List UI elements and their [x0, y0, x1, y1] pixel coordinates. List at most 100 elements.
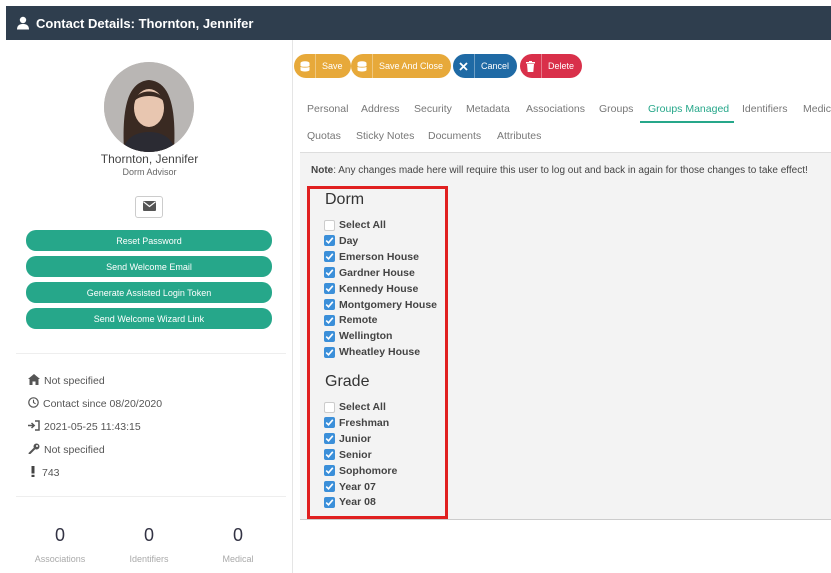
tab-groups[interactable]: Groups [599, 103, 633, 115]
tab-attributes[interactable]: Attributes [497, 130, 541, 142]
save-and-close-label: Save And Close [379, 61, 444, 71]
info-key: Not specified [28, 443, 105, 457]
checkbox-label: Sophomore [339, 464, 398, 477]
checkbox-label: Senior [339, 448, 372, 461]
identifiers-label: Identifiers [129, 554, 169, 564]
tab-sticky-notes[interactable]: Sticky Notes [356, 130, 414, 142]
save-button[interactable]: Save [294, 54, 351, 78]
send-welcome-wizard-button[interactable]: Send Welcome Wizard Link [26, 308, 272, 329]
delete-label: Delete [548, 61, 575, 71]
checkbox-label: Year 07 [339, 480, 376, 493]
contact-since-value: Contact since 08/20/2020 [43, 398, 163, 410]
grade-option[interactable]: Sophomore [324, 465, 397, 477]
checkbox[interactable] [324, 299, 335, 310]
checkbox[interactable] [324, 235, 335, 247]
reset-password-button[interactable]: Reset Password [26, 230, 272, 251]
associations-count: 0 [54, 525, 65, 545]
contact-role: Dorm Advisor [122, 167, 177, 177]
checkbox[interactable] [324, 481, 335, 492]
dorm-option[interactable]: Remote [324, 314, 378, 326]
dorm-option[interactable]: Wellington [324, 330, 392, 342]
grade-option[interactable]: Junior [324, 433, 371, 445]
envelope-icon [142, 198, 156, 216]
dorm-option[interactable]: Kennedy House [324, 283, 418, 295]
tab-groups-managed[interactable]: Groups Managed [648, 103, 729, 115]
info-contact-since: Contact since 08/20/2020 [28, 397, 162, 411]
checkbox[interactable] [324, 283, 335, 295]
cancel-button[interactable]: Cancel [453, 54, 518, 78]
grade-option[interactable]: Select All [324, 401, 386, 413]
last-login-value: 2021-05-25 11:43:15 [44, 421, 141, 433]
dorm-group-title: Dorm [325, 191, 365, 208]
checkbox-label: Kennedy House [339, 282, 419, 295]
checkbox-label: Emerson House [339, 250, 419, 263]
grade-option[interactable]: Freshman [324, 417, 389, 429]
checkbox[interactable] [324, 433, 335, 445]
dorm-option[interactable]: Day [324, 235, 358, 247]
checkbox[interactable] [324, 401, 335, 413]
user-icon [16, 16, 30, 30]
key-value: Not specified [44, 444, 105, 456]
info-last-login: 2021-05-25 11:43:15 [28, 420, 141, 434]
checkbox[interactable] [324, 267, 335, 279]
contact-sidebar: Thornton, Jennifer Dorm Advisor Reset Pa… [6, 40, 293, 573]
medical-count: 0 [232, 525, 243, 545]
dorm-option[interactable]: Gardner House [324, 267, 415, 279]
note-message: Note: Any changes made here will require… [311, 165, 808, 176]
tab-address[interactable]: Address [361, 103, 400, 115]
tab-quotas[interactable]: Quotas [307, 130, 341, 142]
home-value: Not specified [44, 375, 105, 387]
contact-name: Thornton, Jennifer [100, 152, 199, 166]
checkbox-label: Select All [339, 219, 386, 231]
grade-option[interactable]: Year 07 [324, 481, 376, 493]
checkbox-label: Remote [339, 314, 378, 327]
tab-metadata[interactable]: Metadata [466, 103, 510, 115]
tab-identifiers[interactable]: Identifiers [742, 103, 788, 115]
checkbox-label: Select All [339, 401, 386, 413]
checkbox[interactable] [324, 219, 335, 231]
email-button[interactable] [135, 196, 163, 218]
avatar [104, 62, 194, 152]
groups-managed-panel: Note: Any changes made here will require… [300, 152, 831, 520]
tab-associations[interactable]: Associations [526, 103, 585, 115]
tab-security[interactable]: Security [414, 103, 452, 115]
clock-icon [28, 397, 43, 411]
checkbox[interactable] [324, 251, 335, 263]
checkbox-label: Day [339, 234, 359, 247]
checkbox-label: Montgomery House [339, 298, 438, 311]
medical-label: Medical [222, 554, 254, 564]
checkbox[interactable] [324, 346, 335, 358]
grade-option[interactable]: Year 08 [324, 496, 376, 508]
checkbox-label: Year 08 [339, 496, 376, 509]
checkbox-label: Junior [339, 432, 372, 445]
checkbox[interactable] [324, 330, 335, 342]
checkbox[interactable] [324, 465, 335, 477]
checkbox[interactable] [324, 496, 335, 508]
send-welcome-email-button[interactable]: Send Welcome Email [26, 256, 272, 277]
generate-login-token-button[interactable]: Generate Assisted Login Token [26, 282, 272, 303]
database-icon [294, 54, 316, 78]
save-and-close-button[interactable]: Save And Close [351, 54, 452, 78]
info-home: Not specified [28, 374, 105, 388]
tab-medical[interactable]: Medic [803, 103, 831, 115]
associations-label: Associations [34, 554, 86, 564]
database-icon [351, 54, 373, 78]
checkbox[interactable] [324, 314, 335, 326]
note-text: : Any changes made here will require thi… [333, 165, 808, 176]
tab-documents[interactable]: Documents [428, 130, 481, 142]
dorm-option[interactable]: Wheatley House [324, 346, 420, 358]
tab-personal[interactable]: Personal [307, 103, 348, 115]
dorm-option[interactable]: Montgomery House [324, 299, 437, 311]
checkbox-label: Freshman [339, 416, 390, 429]
grade-option[interactable]: Senior [324, 449, 372, 461]
dorm-option[interactable]: Emerson House [324, 251, 419, 263]
trash-icon [520, 54, 542, 78]
cancel-label: Cancel [481, 61, 510, 71]
grade-group-title: Grade [325, 373, 370, 390]
checkbox[interactable] [324, 417, 335, 429]
dorm-option[interactable]: Select All [324, 219, 386, 231]
sign-in-icon [28, 420, 44, 434]
delete-button[interactable]: Delete [520, 54, 583, 78]
id-value: 743 [42, 467, 60, 479]
checkbox[interactable] [324, 449, 335, 461]
